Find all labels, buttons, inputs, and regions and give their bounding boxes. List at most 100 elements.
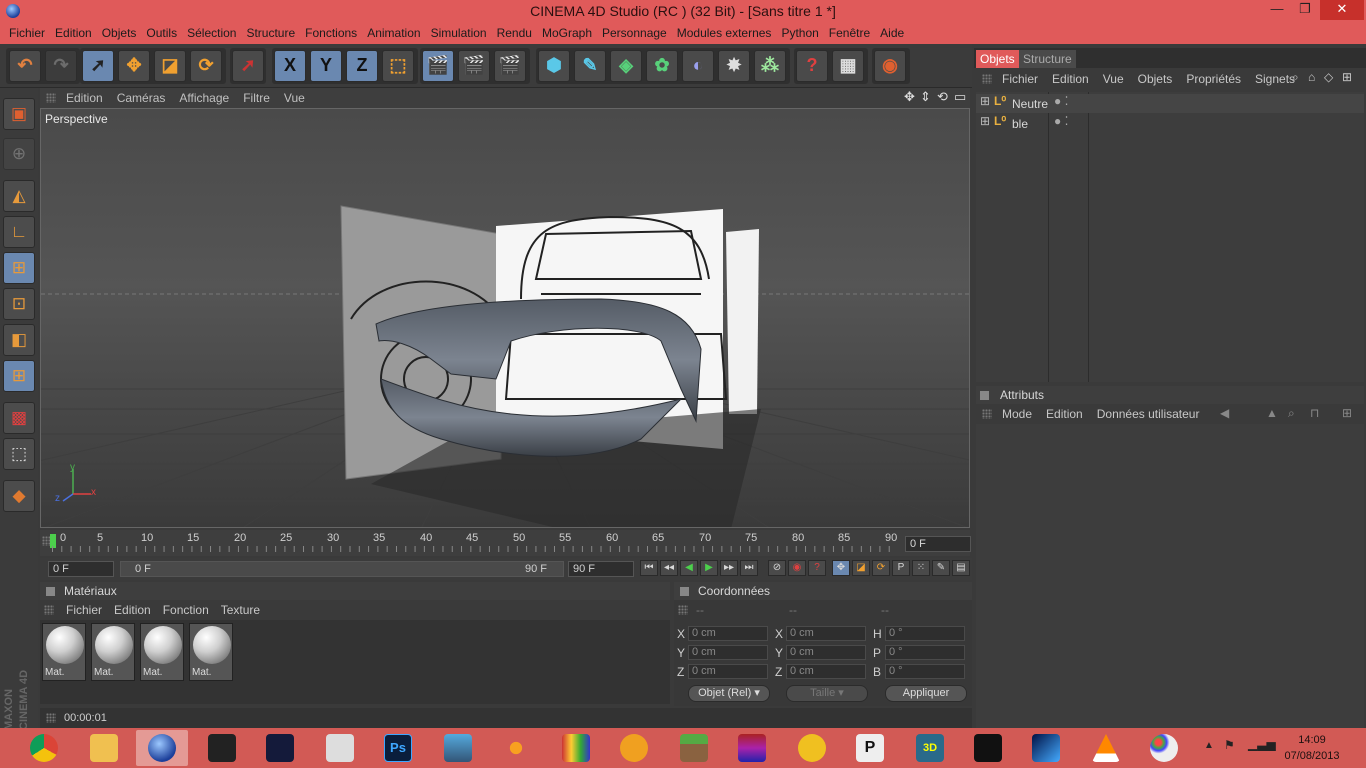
- autokey-button[interactable]: ?: [808, 560, 826, 576]
- keyframe-selection-button[interactable]: ⊘: [768, 560, 786, 576]
- taskbar-photoshop[interactable]: Ps: [372, 730, 424, 766]
- taskbar-app-spiral[interactable]: [196, 730, 248, 766]
- attributes-menu-edition[interactable]: Edition: [1046, 407, 1083, 421]
- menu-python[interactable]: Python: [776, 24, 823, 44]
- viewport-camera-label[interactable]: Perspective: [45, 112, 108, 126]
- polygons-mode-button[interactable]: ◧: [3, 324, 35, 356]
- back-arrow-icon[interactable]: ◀: [1220, 406, 1229, 420]
- viewport-menu-filtre[interactable]: Filtre: [243, 91, 270, 105]
- nurbs-button[interactable]: ◈: [610, 50, 642, 82]
- objects-menu-vue[interactable]: Vue: [1103, 72, 1124, 86]
- record-button[interactable]: ◉: [788, 560, 806, 576]
- chevron-icon[interactable]: ◇: [1324, 70, 1333, 84]
- objects-menu-proprietes[interactable]: Propriétés: [1186, 72, 1241, 86]
- help-button[interactable]: ?: [796, 50, 828, 82]
- maximize-button[interactable]: ❐: [1292, 0, 1318, 20]
- taskbar-unity[interactable]: [314, 730, 366, 766]
- viewport-menu-affichage[interactable]: Affichage: [179, 91, 229, 105]
- go-to-end-button[interactable]: ⏭: [740, 560, 758, 576]
- current-frame-field[interactable]: 0 F: [905, 536, 971, 552]
- menu-modules-externes[interactable]: Modules externes: [672, 24, 777, 44]
- new-panel-icon[interactable]: ⊞: [1342, 70, 1352, 84]
- search-icon[interactable]: ⌕: [1292, 70, 1299, 85]
- materials-menu-fichier[interactable]: Fichier: [66, 603, 102, 617]
- taskbar-app-molecule[interactable]: [490, 730, 542, 766]
- rotation-h-field[interactable]: 0 °: [885, 626, 965, 641]
- materials-menu-fonction[interactable]: Fonction: [163, 603, 209, 617]
- tab-objets[interactable]: Objets: [976, 50, 1019, 68]
- undo-button[interactable]: ↶: [9, 50, 41, 82]
- position-y-field[interactable]: 0 cm: [688, 645, 768, 660]
- taskbar-app-dark[interactable]: [962, 730, 1014, 766]
- back-reference-plane[interactable]: [726, 229, 759, 414]
- taskbar-audacity[interactable]: [608, 730, 660, 766]
- home-icon[interactable]: ⌂: [1308, 70, 1315, 84]
- menu-simulation[interactable]: Simulation: [426, 24, 492, 44]
- size-mode-select[interactable]: Taille ▾: [786, 685, 868, 702]
- deformer-button[interactable]: ◐: [682, 50, 714, 82]
- x-axis-button[interactable]: X: [274, 50, 306, 82]
- tab-structure[interactable]: Structure: [1019, 50, 1076, 68]
- taskbar-app-yellow[interactable]: [786, 730, 838, 766]
- size-y-field[interactable]: 0 cm: [786, 645, 866, 660]
- z-axis-button[interactable]: Z: [346, 50, 378, 82]
- redo-button[interactable]: ↷: [45, 50, 77, 82]
- expand-icon[interactable]: ⊞: [980, 114, 990, 128]
- menu-aide[interactable]: Aide: [875, 24, 909, 44]
- viewport-menu-edition[interactable]: Edition: [66, 91, 103, 105]
- live-selection-button[interactable]: ➚: [82, 50, 114, 82]
- render-settings-button[interactable]: 🎬: [494, 50, 526, 82]
- position-z-field[interactable]: 0 cm: [688, 664, 768, 679]
- taskbar-pixelmator[interactable]: P: [844, 730, 896, 766]
- key-parameter-button[interactable]: P: [892, 560, 910, 576]
- next-key-button[interactable]: ▸▸: [720, 560, 738, 576]
- rotate-tool-button[interactable]: ⟳: [190, 50, 222, 82]
- web-button[interactable]: ◉: [874, 50, 906, 82]
- menu-structure[interactable]: Structure: [241, 24, 300, 44]
- position-x-field[interactable]: 0 cm: [688, 626, 768, 641]
- taskbar-paint[interactable]: [1138, 730, 1190, 766]
- key-pla-button[interactable]: ⁙: [912, 560, 930, 576]
- workplane-button[interactable]: ▩: [3, 402, 35, 434]
- tray-expand-icon[interactable]: ▲: [1204, 740, 1214, 751]
- menu-fichier[interactable]: Fichier: [4, 24, 50, 44]
- up-arrow-icon[interactable]: ▲: [1266, 406, 1278, 420]
- object-row[interactable]: ⊞ L⁰ Neutre ● ⁚: [976, 94, 1364, 113]
- size-z-field[interactable]: 0 cm: [786, 664, 866, 679]
- timeline-settings-button[interactable]: ▤: [952, 560, 970, 576]
- menu-rendu[interactable]: Rendu: [492, 24, 537, 44]
- edges-mode-button[interactable]: ⊡: [3, 288, 35, 320]
- lock-icon[interactable]: ⊓: [1310, 406, 1319, 420]
- layout-button[interactable]: ▦: [832, 50, 864, 82]
- objects-menu-edition[interactable]: Edition: [1052, 72, 1089, 86]
- expand-icon[interactable]: ⊞: [980, 94, 990, 108]
- taskbar-app-x[interactable]: [254, 730, 306, 766]
- apply-button[interactable]: Appliquer: [885, 685, 967, 702]
- render-picture-viewer-button[interactable]: 🎬: [458, 50, 490, 82]
- rotation-b-field[interactable]: 0 °: [885, 664, 965, 679]
- end-frame-field[interactable]: 90 F: [568, 561, 634, 577]
- use-model-mode-button[interactable]: ▣: [3, 98, 35, 130]
- menu-outils[interactable]: Outils: [141, 24, 182, 44]
- menu-selection[interactable]: Sélection: [182, 24, 241, 44]
- scene-button[interactable]: ✸: [718, 50, 750, 82]
- signal-icon[interactable]: ▁▃▅: [1248, 737, 1276, 751]
- object-mode-button[interactable]: ∟: [3, 216, 35, 248]
- size-x-field[interactable]: 0 cm: [786, 626, 866, 641]
- key-position-button[interactable]: ✥: [832, 560, 850, 576]
- menu-edition[interactable]: Edition: [50, 24, 97, 44]
- frame-range-slider[interactable]: 0 F 90 F: [120, 561, 564, 577]
- object-row[interactable]: ⊞ L⁰ ble ● ⁚: [976, 114, 1364, 133]
- menu-mograph[interactable]: MoGraph: [537, 24, 597, 44]
- coordinate-system-button[interactable]: ⬚: [382, 50, 414, 82]
- previous-key-button[interactable]: ◂◂: [660, 560, 678, 576]
- y-axis-button[interactable]: Y: [310, 50, 342, 82]
- visibility-dots-icon[interactable]: ● ⁚: [1054, 114, 1068, 128]
- taskbar-winrar-colors[interactable]: [550, 730, 602, 766]
- scale-tool-button[interactable]: ◪: [154, 50, 186, 82]
- network-flag-icon[interactable]: ⚑: [1224, 738, 1235, 752]
- taskbar-cinema4d[interactable]: [136, 730, 188, 766]
- rotate-view-icon[interactable]: ⟲: [937, 89, 948, 105]
- clock[interactable]: 14:09 07/08/2013: [1282, 732, 1342, 764]
- taskbar-minecraft[interactable]: [668, 730, 720, 766]
